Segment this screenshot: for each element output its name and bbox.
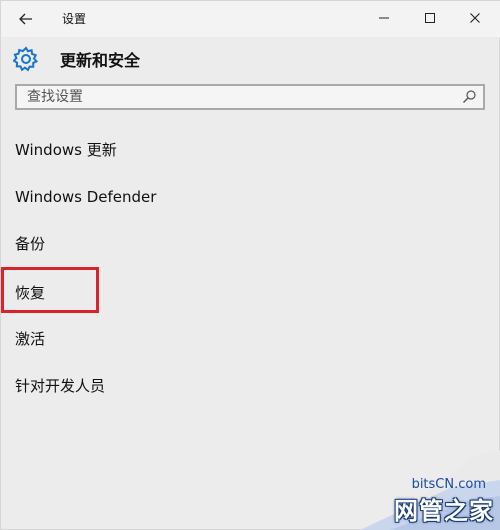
watermark-brand: 网管之家 — [394, 497, 494, 525]
nav-item-backup[interactable]: 备份 — [15, 233, 45, 255]
search-box[interactable] — [15, 84, 485, 110]
back-arrow-icon — [19, 13, 32, 25]
close-button[interactable] — [460, 5, 490, 31]
watermark: bitsCN.com 网管之家 — [320, 450, 500, 530]
search-icon[interactable] — [461, 89, 477, 105]
window-title: 设置 — [62, 12, 87, 26]
nav-item-windows-defender[interactable]: Windows Defender — [15, 186, 156, 208]
title-bar: 设置 — [1, 1, 500, 37]
maximize-button[interactable] — [415, 5, 445, 31]
page-header: 更新和安全 — [13, 45, 140, 73]
back-button[interactable] — [13, 7, 39, 31]
maximize-icon — [425, 13, 435, 23]
nav-item-windows-update[interactable]: Windows 更新 — [15, 139, 117, 161]
gear-icon — [13, 46, 39, 72]
page-title: 更新和安全 — [60, 51, 141, 70]
close-icon — [470, 13, 480, 23]
minimize-icon — [379, 17, 389, 19]
nav-item-activation[interactable]: 激活 — [15, 328, 45, 350]
search-input[interactable] — [17, 86, 457, 108]
minimize-button[interactable] — [369, 5, 399, 31]
recovery-highlight-box — [1, 267, 99, 313]
nav-item-for-developers[interactable]: 针对开发人员 — [15, 375, 105, 397]
watermark-site: bitsCN.com — [411, 477, 486, 492]
